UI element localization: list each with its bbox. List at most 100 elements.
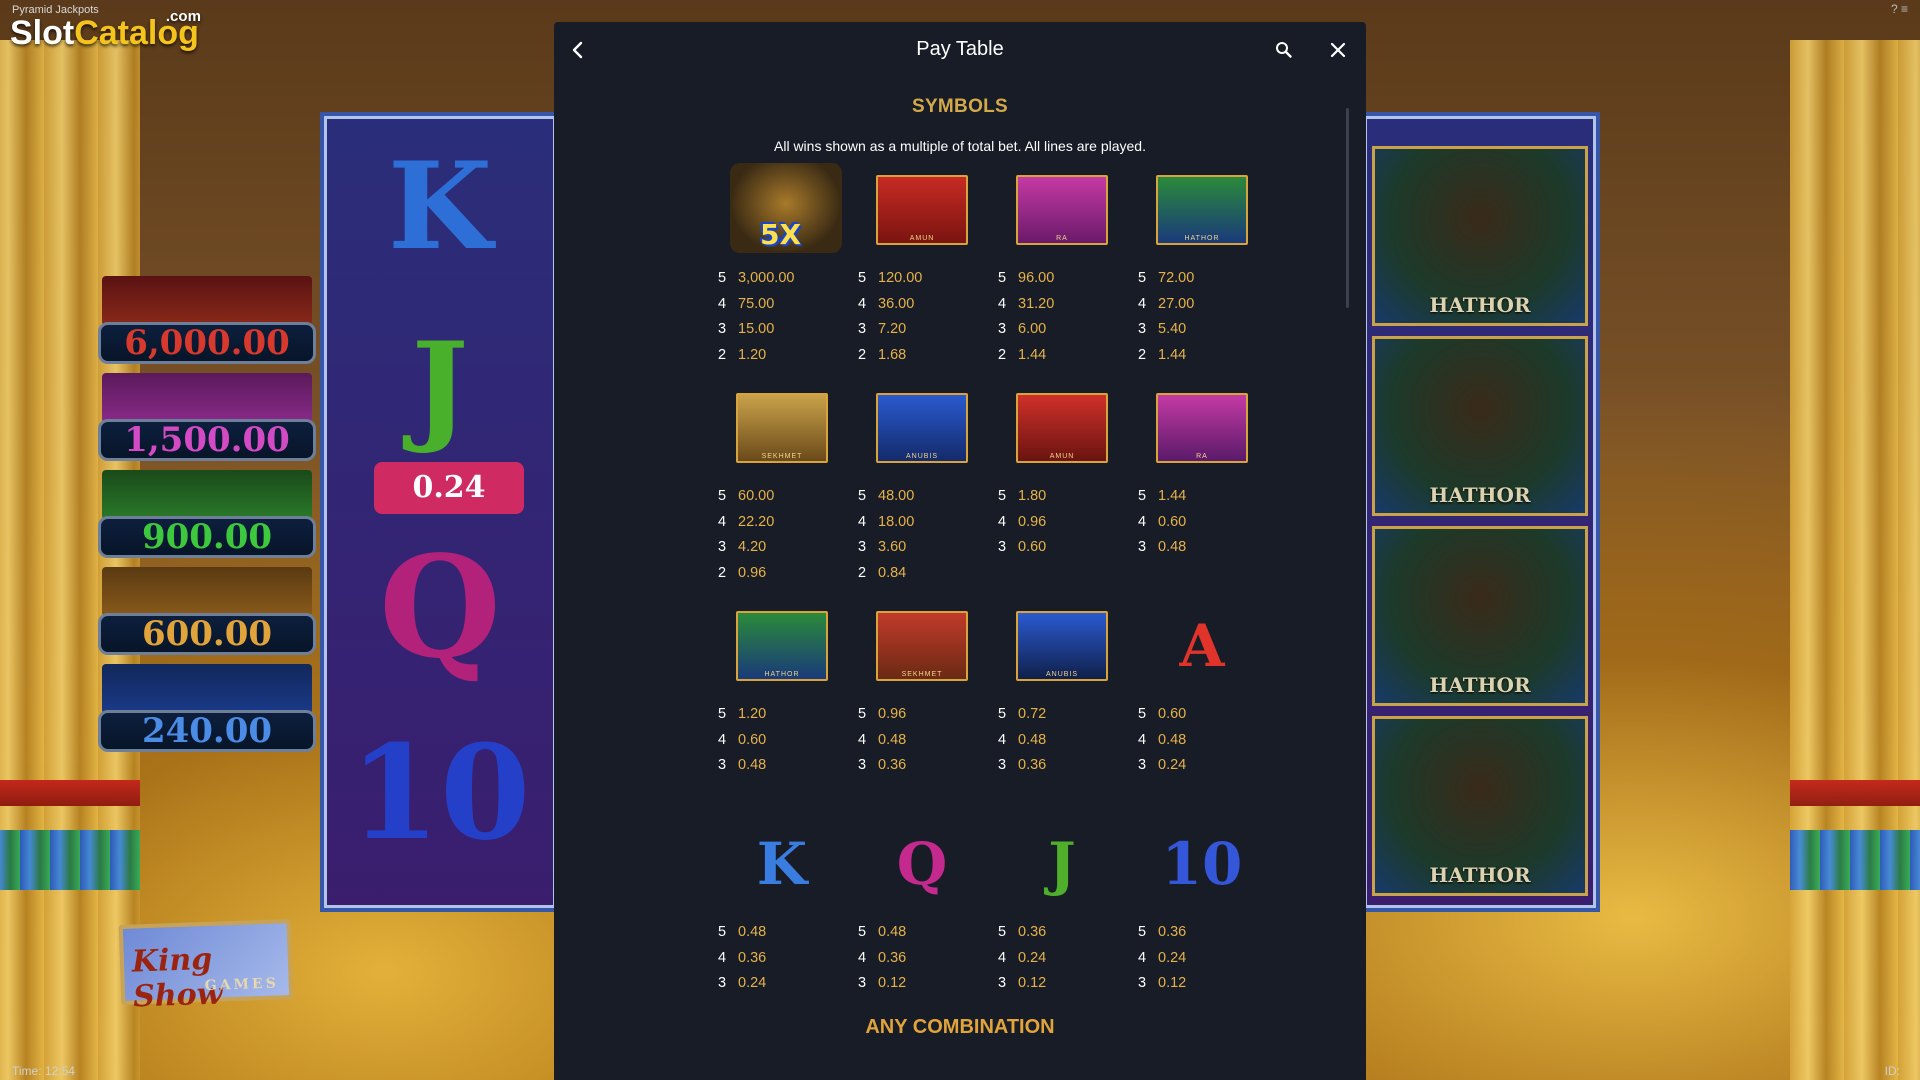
- search-icon: [1276, 42, 1292, 58]
- payout-line: 5 72.00: [1138, 270, 1194, 296]
- payout-line: 4 22.20: [718, 514, 774, 540]
- symbol-letter-k: K 5 0.48 4 0.36 3 0.24: [698, 829, 838, 1047]
- payout-amount: 0.24: [1158, 757, 1187, 773]
- payout-count: 3: [858, 539, 867, 555]
- reel-symbol-k: K: [387, 136, 493, 277]
- reel-symbol-hathor: HATHOR: [1372, 336, 1588, 516]
- search-button[interactable]: [1270, 36, 1298, 64]
- payout-amount: 3.60: [878, 539, 907, 555]
- payout-list: 5 0.96 4 0.48 3 0.36: [858, 706, 906, 783]
- payout-line: 3 0.24: [718, 975, 766, 1001]
- wild-symbol-icon: 5X: [730, 163, 842, 253]
- symbol-row: K 5 0.48 4 0.36 3 0.24 Q 5 0.48 4 0.36 3 0.12 J 5 0.36 4 0…: [698, 829, 1258, 1047]
- payout-amount: 48.00: [878, 488, 915, 504]
- paytable-note: All wins shown as a multiple of total be…: [774, 138, 1146, 154]
- jackpot-row: 6,000.00: [98, 270, 316, 367]
- payout-amount: 18.00: [878, 513, 915, 530]
- symbol-ra: RA 5 1.44 4 0.60 3 0.48: [1118, 393, 1258, 611]
- payout-amount: 0.36: [878, 757, 907, 773]
- symbol-anubis-pair: ANUBIS 5 48.00 4 18.00 3 3.60 2 0.84: [838, 393, 978, 611]
- payout-list: 5 72.00 4 27.00 3 5.40 2 1.44: [1138, 270, 1194, 372]
- modal-title: Pay Table: [916, 38, 1004, 60]
- symbol-caption: RA: [1056, 235, 1068, 242]
- payout-line: 5 0.48: [858, 924, 906, 950]
- payout-amount: 36.00: [878, 295, 915, 312]
- payout-list: 5 0.36 4 0.24 3 0.12: [998, 924, 1046, 1001]
- help-icon[interactable]: ? ≡: [1891, 2, 1908, 16]
- close-button[interactable]: [1324, 36, 1352, 64]
- payout-line: 2 1.44: [1138, 347, 1194, 373]
- payout-line: 5 1.20: [718, 706, 766, 732]
- payout-amount: 0.48: [1158, 539, 1187, 555]
- payout-count: 5: [858, 488, 867, 504]
- jackpot-art: [102, 664, 312, 714]
- payout-list: 5 96.00 4 31.20 3 6.00 2 1.44: [998, 270, 1054, 372]
- payout-amount: 27.00: [1158, 295, 1195, 312]
- payout-count: 3: [718, 321, 727, 337]
- payout-line: 4 0.60: [718, 732, 766, 758]
- payout-line: 5 0.96: [858, 706, 906, 732]
- payout-count: 3: [858, 757, 867, 773]
- payout-line: 3 0.12: [998, 975, 1046, 1001]
- symbol-caption: ANUBIS: [1045, 671, 1079, 678]
- payout-amount: 0.24: [1158, 949, 1187, 966]
- symbol-anubis-icon: ANUBIS: [1016, 611, 1108, 681]
- payout-amount: 0.96: [1018, 513, 1047, 530]
- reel-symbol-q: Q: [379, 526, 501, 690]
- payout-amount: 7.20: [878, 321, 907, 337]
- payout-count: 3: [718, 539, 727, 555]
- symbol-glyph: Q: [896, 830, 948, 898]
- payout-line: 5 120.00: [858, 270, 922, 296]
- payout-line: 2 0.84: [858, 565, 914, 591]
- payout-line: 4 36.00: [858, 296, 922, 322]
- payout-count: 4: [718, 731, 727, 748]
- payout-line: 4 31.20: [998, 296, 1054, 322]
- payout-count: 4: [998, 731, 1007, 748]
- payout-list: 5 0.36 4 0.24 3 0.12: [1138, 924, 1186, 1001]
- payout-line: 4 18.00: [858, 514, 914, 540]
- payout-list: 5 0.48 4 0.36 3 0.12: [858, 924, 906, 1001]
- symbol-glyph: A: [1179, 612, 1225, 680]
- payout-amount: 0.36: [1018, 757, 1047, 773]
- payout-count: 3: [998, 757, 1007, 773]
- payout-line: 5 3,000.00: [718, 270, 794, 296]
- payout-amount: 3,000.00: [738, 270, 795, 286]
- payout-line: 5 0.72: [998, 706, 1046, 732]
- payout-line: 4 0.96: [998, 514, 1046, 540]
- symbol-wild-5x: 5X 5 3,000.00 4 75.00 3 15.00 2 1.20: [698, 163, 842, 393]
- payout-list: 5 48.00 4 18.00 3 3.60 2 0.84: [858, 488, 914, 590]
- logo-slot: Slot: [10, 14, 75, 52]
- payout-list: 5 0.60 4 0.48 3 0.24: [1138, 706, 1186, 783]
- payout-count: 4: [718, 513, 727, 530]
- payout-amount: 1.20: [738, 706, 767, 722]
- pillar-band: [0, 830, 140, 890]
- symbol-hathor-pair-icon: HATHOR: [1156, 175, 1248, 245]
- payout-count: 5: [858, 270, 867, 286]
- symbol-caption: AMUN: [909, 235, 935, 242]
- symbol-letter-10-icon: 10: [1156, 829, 1248, 899]
- symbol-anubis: ANUBIS 5 0.72 4 0.48 3 0.36: [978, 611, 1118, 829]
- reel-symbol-10: 10: [349, 716, 531, 869]
- payout-line: 2 0.96: [718, 565, 774, 591]
- hathor-label: HATHOR: [1429, 863, 1531, 887]
- payout-amount: 96.00: [1018, 270, 1055, 286]
- payout-line: 4 0.48: [1138, 732, 1186, 758]
- payout-count: 5: [718, 488, 727, 504]
- payout-line: 4 0.36: [858, 950, 906, 976]
- symbol-letter-k-icon: K: [736, 829, 828, 899]
- payout-amount: 0.84: [878, 564, 907, 581]
- payout-count: 2: [718, 564, 727, 581]
- payout-count: 5: [1138, 270, 1147, 286]
- payout-line: 5 1.44: [1138, 488, 1186, 514]
- payout-line: 3 15.00: [718, 321, 794, 347]
- payout-amount: 0.36: [738, 949, 767, 966]
- payout-amount: 5.40: [1158, 321, 1187, 337]
- symbol-hathor: HATHOR 5 1.20 4 0.60 3 0.48: [698, 611, 838, 829]
- symbol-glyph: 10: [1161, 830, 1243, 898]
- symbol-ra-pair-icon: RA: [1016, 175, 1108, 245]
- payout-line: 3 5.40: [1138, 321, 1194, 347]
- logo-dotcom: .com: [165, 8, 201, 25]
- jackpot-value: 6,000.00: [98, 322, 316, 364]
- symbol-caption: ANUBIS: [905, 453, 939, 460]
- payout-list: 5 0.72 4 0.48 3 0.36: [998, 706, 1046, 783]
